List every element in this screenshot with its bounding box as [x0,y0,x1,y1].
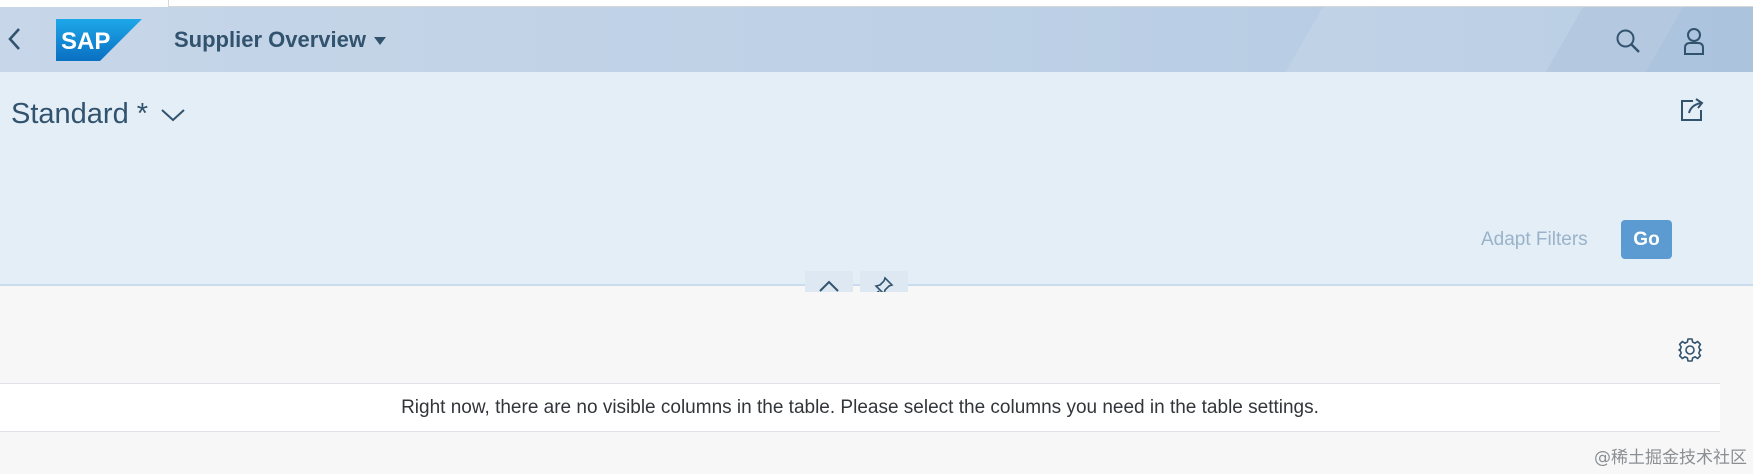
gear-icon [1678,338,1702,362]
dynamic-page-header: Standard * Adapt Filters Go [0,72,1753,286]
app-title-menu[interactable]: Supplier Overview [174,27,386,53]
watermark: @稀土掘金技术社区 [1594,448,1747,468]
table-area: Right now, there are no visible columns … [0,292,1753,474]
top-strip [0,0,1753,7]
adapt-filters-button[interactable]: Adapt Filters [1481,229,1588,251]
back-icon [8,28,20,50]
variant-management[interactable]: Standard * [11,98,186,131]
sap-logo[interactable]: SAP [56,19,142,61]
shell-bar: SAP Supplier Overview [0,7,1753,72]
search-icon [1616,29,1640,53]
search-button[interactable] [1612,25,1644,57]
go-button[interactable]: Go [1621,220,1672,259]
chevron-down-icon [161,108,185,121]
sap-logo-text: SAP [61,28,110,55]
table-settings-button[interactable] [1674,334,1706,366]
top-strip-border [168,0,1753,7]
back-button[interactable] [2,23,28,55]
app-title: Supplier Overview [174,27,366,52]
share-button[interactable] [1676,94,1708,126]
variant-name: Standard * [11,98,149,130]
user-icon [1684,28,1704,55]
user-button[interactable] [1678,25,1710,57]
chevron-up-icon [819,280,839,292]
caret-down-icon [373,37,386,45]
share-icon [1681,98,1704,121]
table-toolbar [0,292,1720,384]
no-data-message: Right now, there are no visible columns … [0,384,1720,432]
